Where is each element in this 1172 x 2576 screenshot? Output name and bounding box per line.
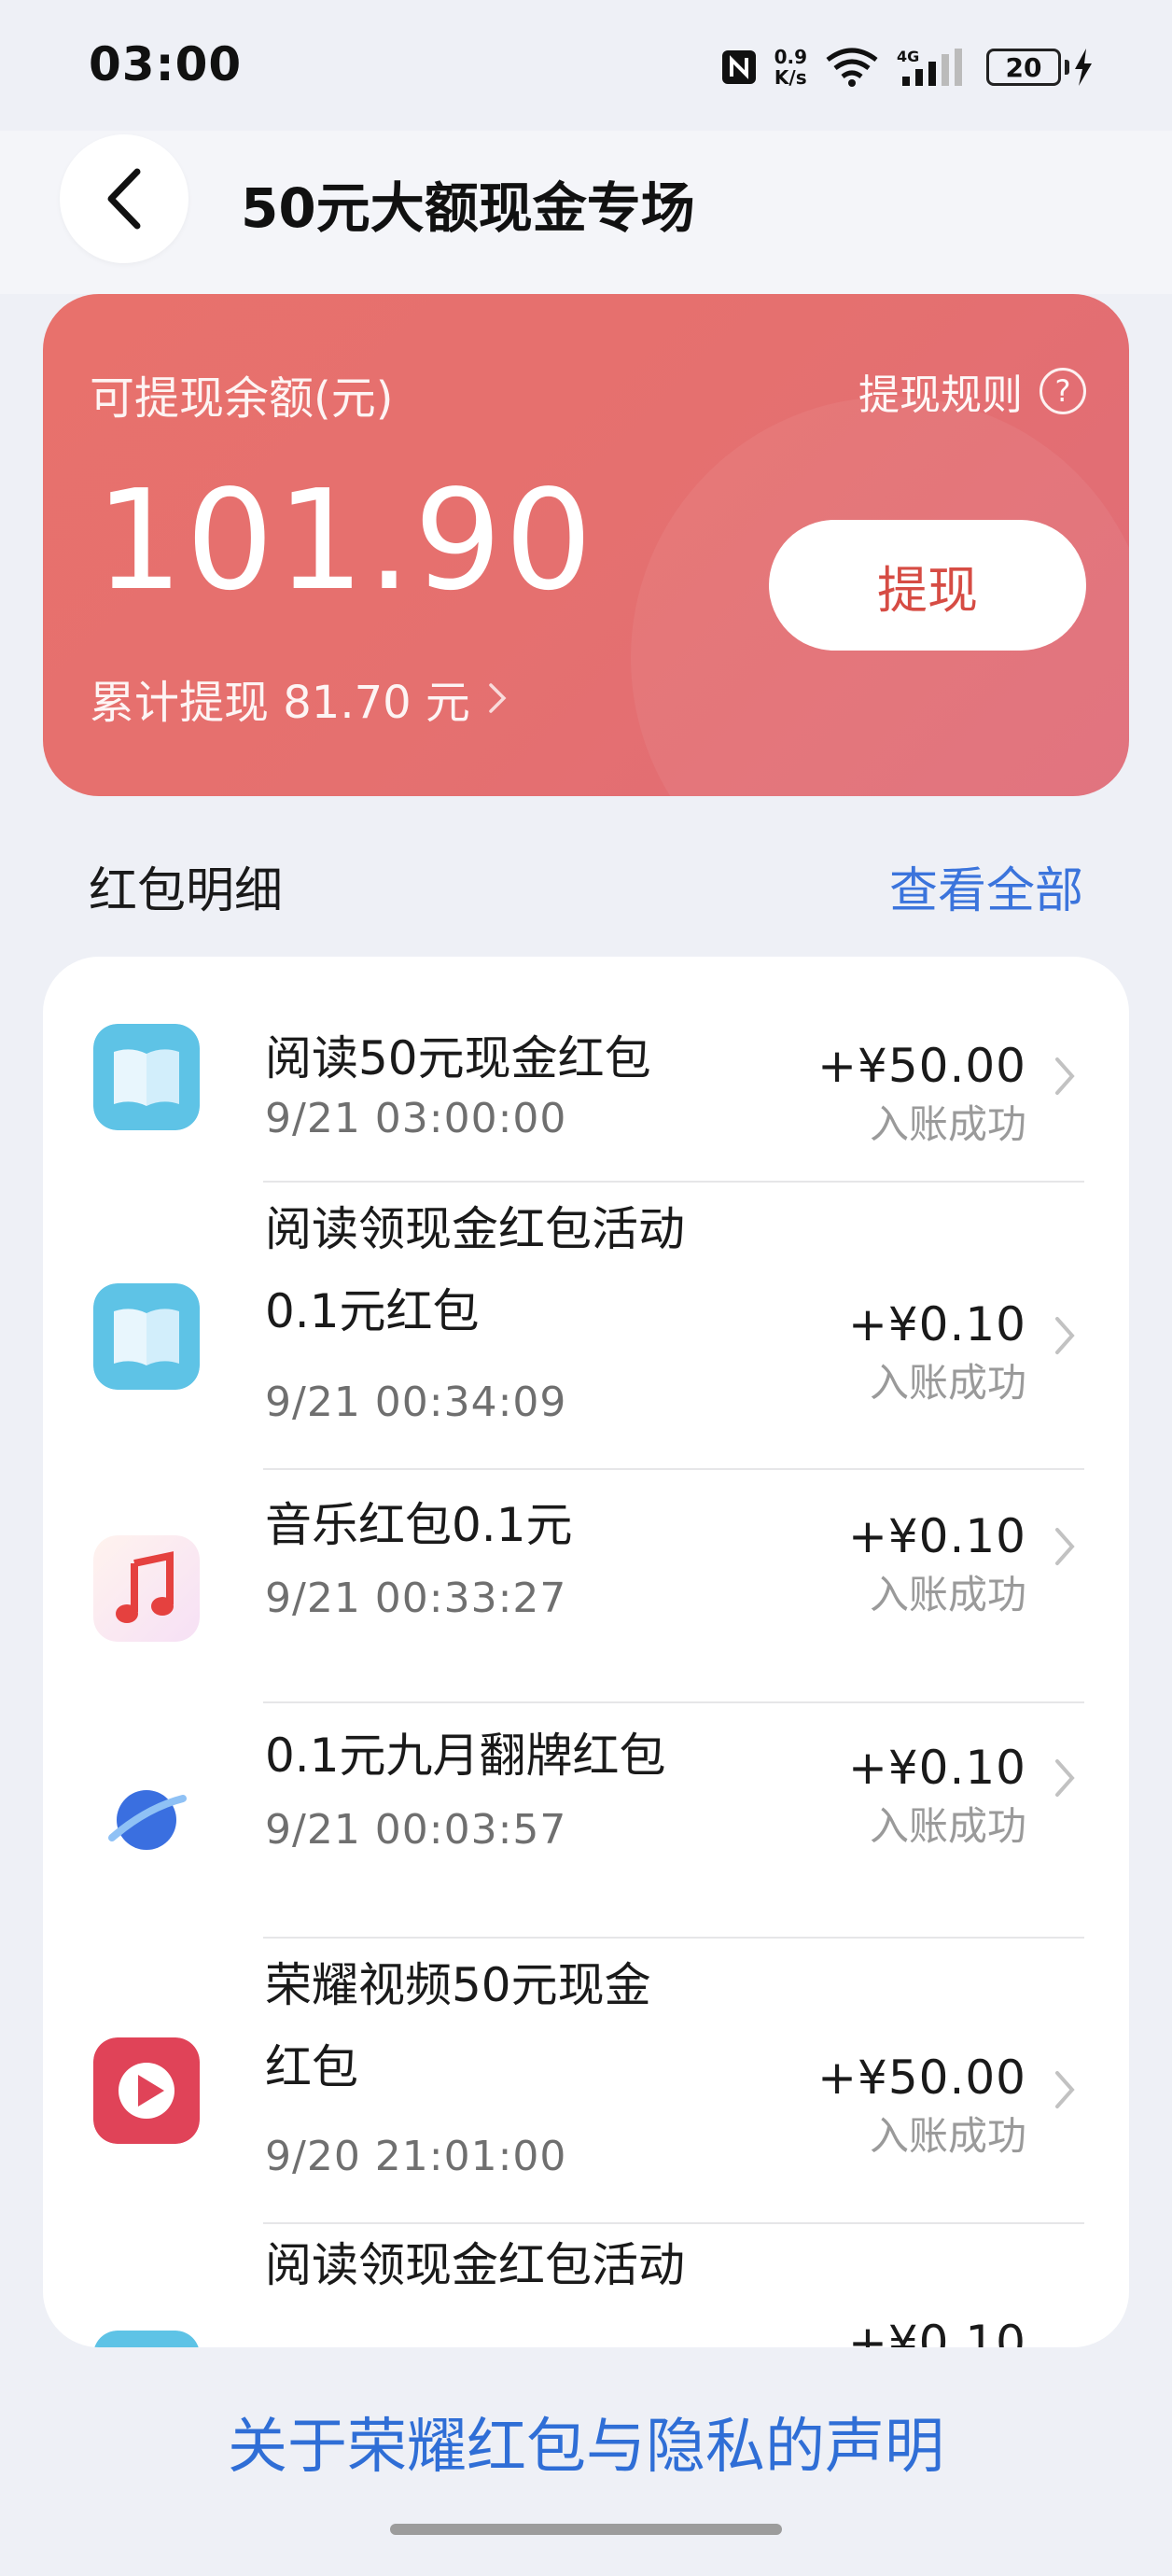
balance-amount: 101.90 bbox=[95, 460, 595, 621]
battery-indicator: 20 bbox=[986, 49, 1094, 86]
balance-label: 可提现余额(元) bbox=[90, 372, 394, 425]
home-indicator[interactable] bbox=[390, 2524, 782, 2535]
withdraw-button[interactable]: 提现 bbox=[769, 520, 1086, 651]
view-all-link[interactable]: 查看全部 bbox=[889, 851, 1083, 921]
page-title: 50元大额现金专场 bbox=[241, 176, 695, 240]
item-time: 9/21 03:00:00 bbox=[265, 1095, 567, 1142]
section-title: 红包明细 bbox=[89, 863, 284, 919]
item-title: 阅读领现金红包活动 bbox=[265, 2238, 685, 2292]
battery-level: 20 bbox=[986, 49, 1061, 86]
item-title-line2: 0.1元红包 bbox=[265, 1284, 480, 1338]
item-title-line2: 红包 bbox=[265, 2040, 358, 2094]
chevron-left-icon bbox=[107, 168, 141, 230]
item-title: 0.1元九月翻牌红包 bbox=[265, 1729, 666, 1783]
chevron-right-icon bbox=[1055, 1528, 1075, 1565]
item-title: 阅读50元现金红包 bbox=[265, 1031, 651, 1085]
book-icon bbox=[94, 2331, 199, 2347]
withdraw-rules-label: 提现规则 bbox=[858, 371, 1023, 419]
network-type-label: 4G bbox=[897, 48, 919, 65]
item-time: 9/20 21:01:00 bbox=[265, 2133, 567, 2180]
chevron-right-icon bbox=[1055, 2071, 1075, 2108]
item-status: 入账成功 bbox=[869, 1101, 1026, 1147]
item-title: 音乐红包0.1元 bbox=[265, 1498, 573, 1552]
withdraw-rules-link[interactable]: 提现规则 ? bbox=[858, 361, 1086, 421]
item-title: 阅读领现金红包活动 bbox=[265, 1202, 685, 1256]
book-icon bbox=[93, 1283, 200, 1390]
status-bar: 03:00 0.9 K/s 4G 20 bbox=[0, 0, 1172, 131]
nfc-icon bbox=[721, 50, 756, 84]
play-icon bbox=[93, 2037, 200, 2144]
total-withdrawn-link[interactable]: 累计提现 81.70 元 bbox=[90, 665, 508, 731]
privacy-statement-link[interactable]: 关于荣耀红包与隐私的声明 bbox=[0, 2399, 1172, 2485]
item-time: 9/21 00:34:09 bbox=[265, 1379, 567, 1426]
item-amount: +¥0.10 bbox=[847, 1297, 1026, 1351]
item-amount: +¥50.00 bbox=[817, 1039, 1026, 1093]
list-item[interactable]: 阅读领现金红包活动 0.1元红包 9/21 00:34:09 +¥0.10 入账… bbox=[43, 1183, 1129, 1468]
balance-card: 可提现余额(元) 提现规则 ? 101.90 提现 累计提现 81.70 元 bbox=[43, 294, 1129, 796]
question-icon: ? bbox=[1039, 368, 1086, 414]
status-time: 03:00 bbox=[89, 37, 243, 91]
music-note-icon bbox=[93, 1535, 200, 1642]
item-amount: +¥50.00 bbox=[817, 2051, 1026, 2105]
list-item[interactable]: 阅读领现金红包活动 +¥0.10 bbox=[43, 2224, 1129, 2347]
item-status: 入账成功 bbox=[869, 1572, 1026, 1617]
wifi-icon bbox=[826, 48, 878, 87]
signal-icon: 4G bbox=[897, 48, 962, 86]
item-status: 入账成功 bbox=[869, 2113, 1026, 2159]
chevron-right-icon bbox=[1055, 1057, 1075, 1095]
item-title: 荣耀视频50元现金 bbox=[265, 1958, 651, 2012]
list-item[interactable]: 音乐红包0.1元 9/21 00:33:27 +¥0.10 入账成功 bbox=[43, 1470, 1129, 1701]
total-withdrawn-label: 累计提现 81.70 元 bbox=[90, 677, 470, 729]
item-amount: +¥0.10 bbox=[847, 2316, 1026, 2347]
charging-bolt-icon bbox=[1075, 49, 1092, 86]
item-status: 入账成功 bbox=[869, 1803, 1026, 1849]
item-status: 入账成功 bbox=[869, 1360, 1026, 1406]
item-amount: +¥0.10 bbox=[847, 1509, 1026, 1563]
item-time: 9/21 00:33:27 bbox=[265, 1575, 567, 1622]
chevron-right-icon bbox=[1055, 1317, 1075, 1354]
list-item[interactable]: 0.1元九月翻牌红包 9/21 00:03:57 +¥0.10 入账成功 bbox=[43, 1703, 1129, 1937]
red-packet-list: 阅读50元现金红包 9/21 03:00:00 +¥50.00 入账成功 阅读领… bbox=[43, 957, 1129, 2347]
status-icons: 0.9 K/s 4G 20 bbox=[720, 41, 1094, 93]
page-header: 50元大额现金专场 bbox=[0, 131, 1172, 294]
planet-icon bbox=[93, 1767, 200, 1873]
chevron-right-icon bbox=[489, 683, 507, 713]
list-item[interactable]: 阅读50元现金红包 9/21 03:00:00 +¥50.00 入账成功 bbox=[43, 957, 1129, 1181]
item-amount: +¥0.10 bbox=[847, 1741, 1026, 1795]
book-icon bbox=[93, 1024, 200, 1130]
item-time: 9/21 00:03:57 bbox=[265, 1806, 567, 1854]
chevron-right-icon bbox=[1055, 1759, 1075, 1797]
back-button[interactable] bbox=[60, 134, 188, 263]
list-item[interactable]: 荣耀视频50元现金 红包 9/20 21:01:00 +¥50.00 入账成功 bbox=[43, 1939, 1129, 2222]
network-speed: 0.9 K/s bbox=[774, 46, 807, 89]
